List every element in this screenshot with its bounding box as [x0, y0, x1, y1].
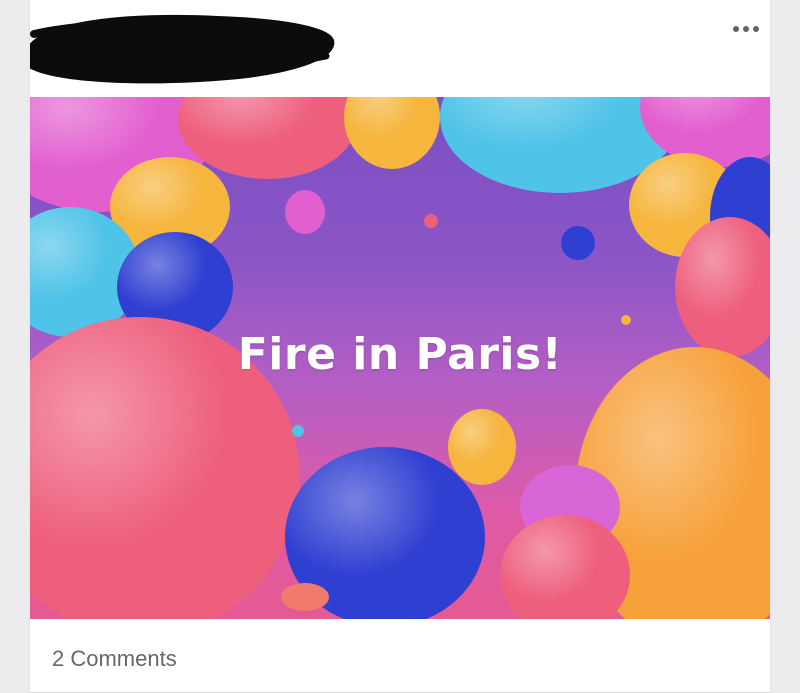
more-horizontal-icon: [733, 26, 739, 32]
more-horizontal-icon: [743, 26, 749, 32]
image-caption: Fire in Paris!: [237, 329, 563, 380]
screen: Fire in Paris! 2 Comments: [0, 0, 800, 693]
more-options-button[interactable]: [728, 18, 764, 40]
post-header: [30, 0, 770, 97]
post-image[interactable]: Fire in Paris!: [30, 97, 770, 619]
redacted-author-name: [30, 14, 335, 84]
post-footer: 2 Comments: [30, 619, 770, 693]
more-horizontal-icon: [753, 26, 759, 32]
comments-count-link[interactable]: 2 Comments: [52, 646, 177, 672]
post-card: Fire in Paris! 2 Comments: [30, 0, 770, 693]
